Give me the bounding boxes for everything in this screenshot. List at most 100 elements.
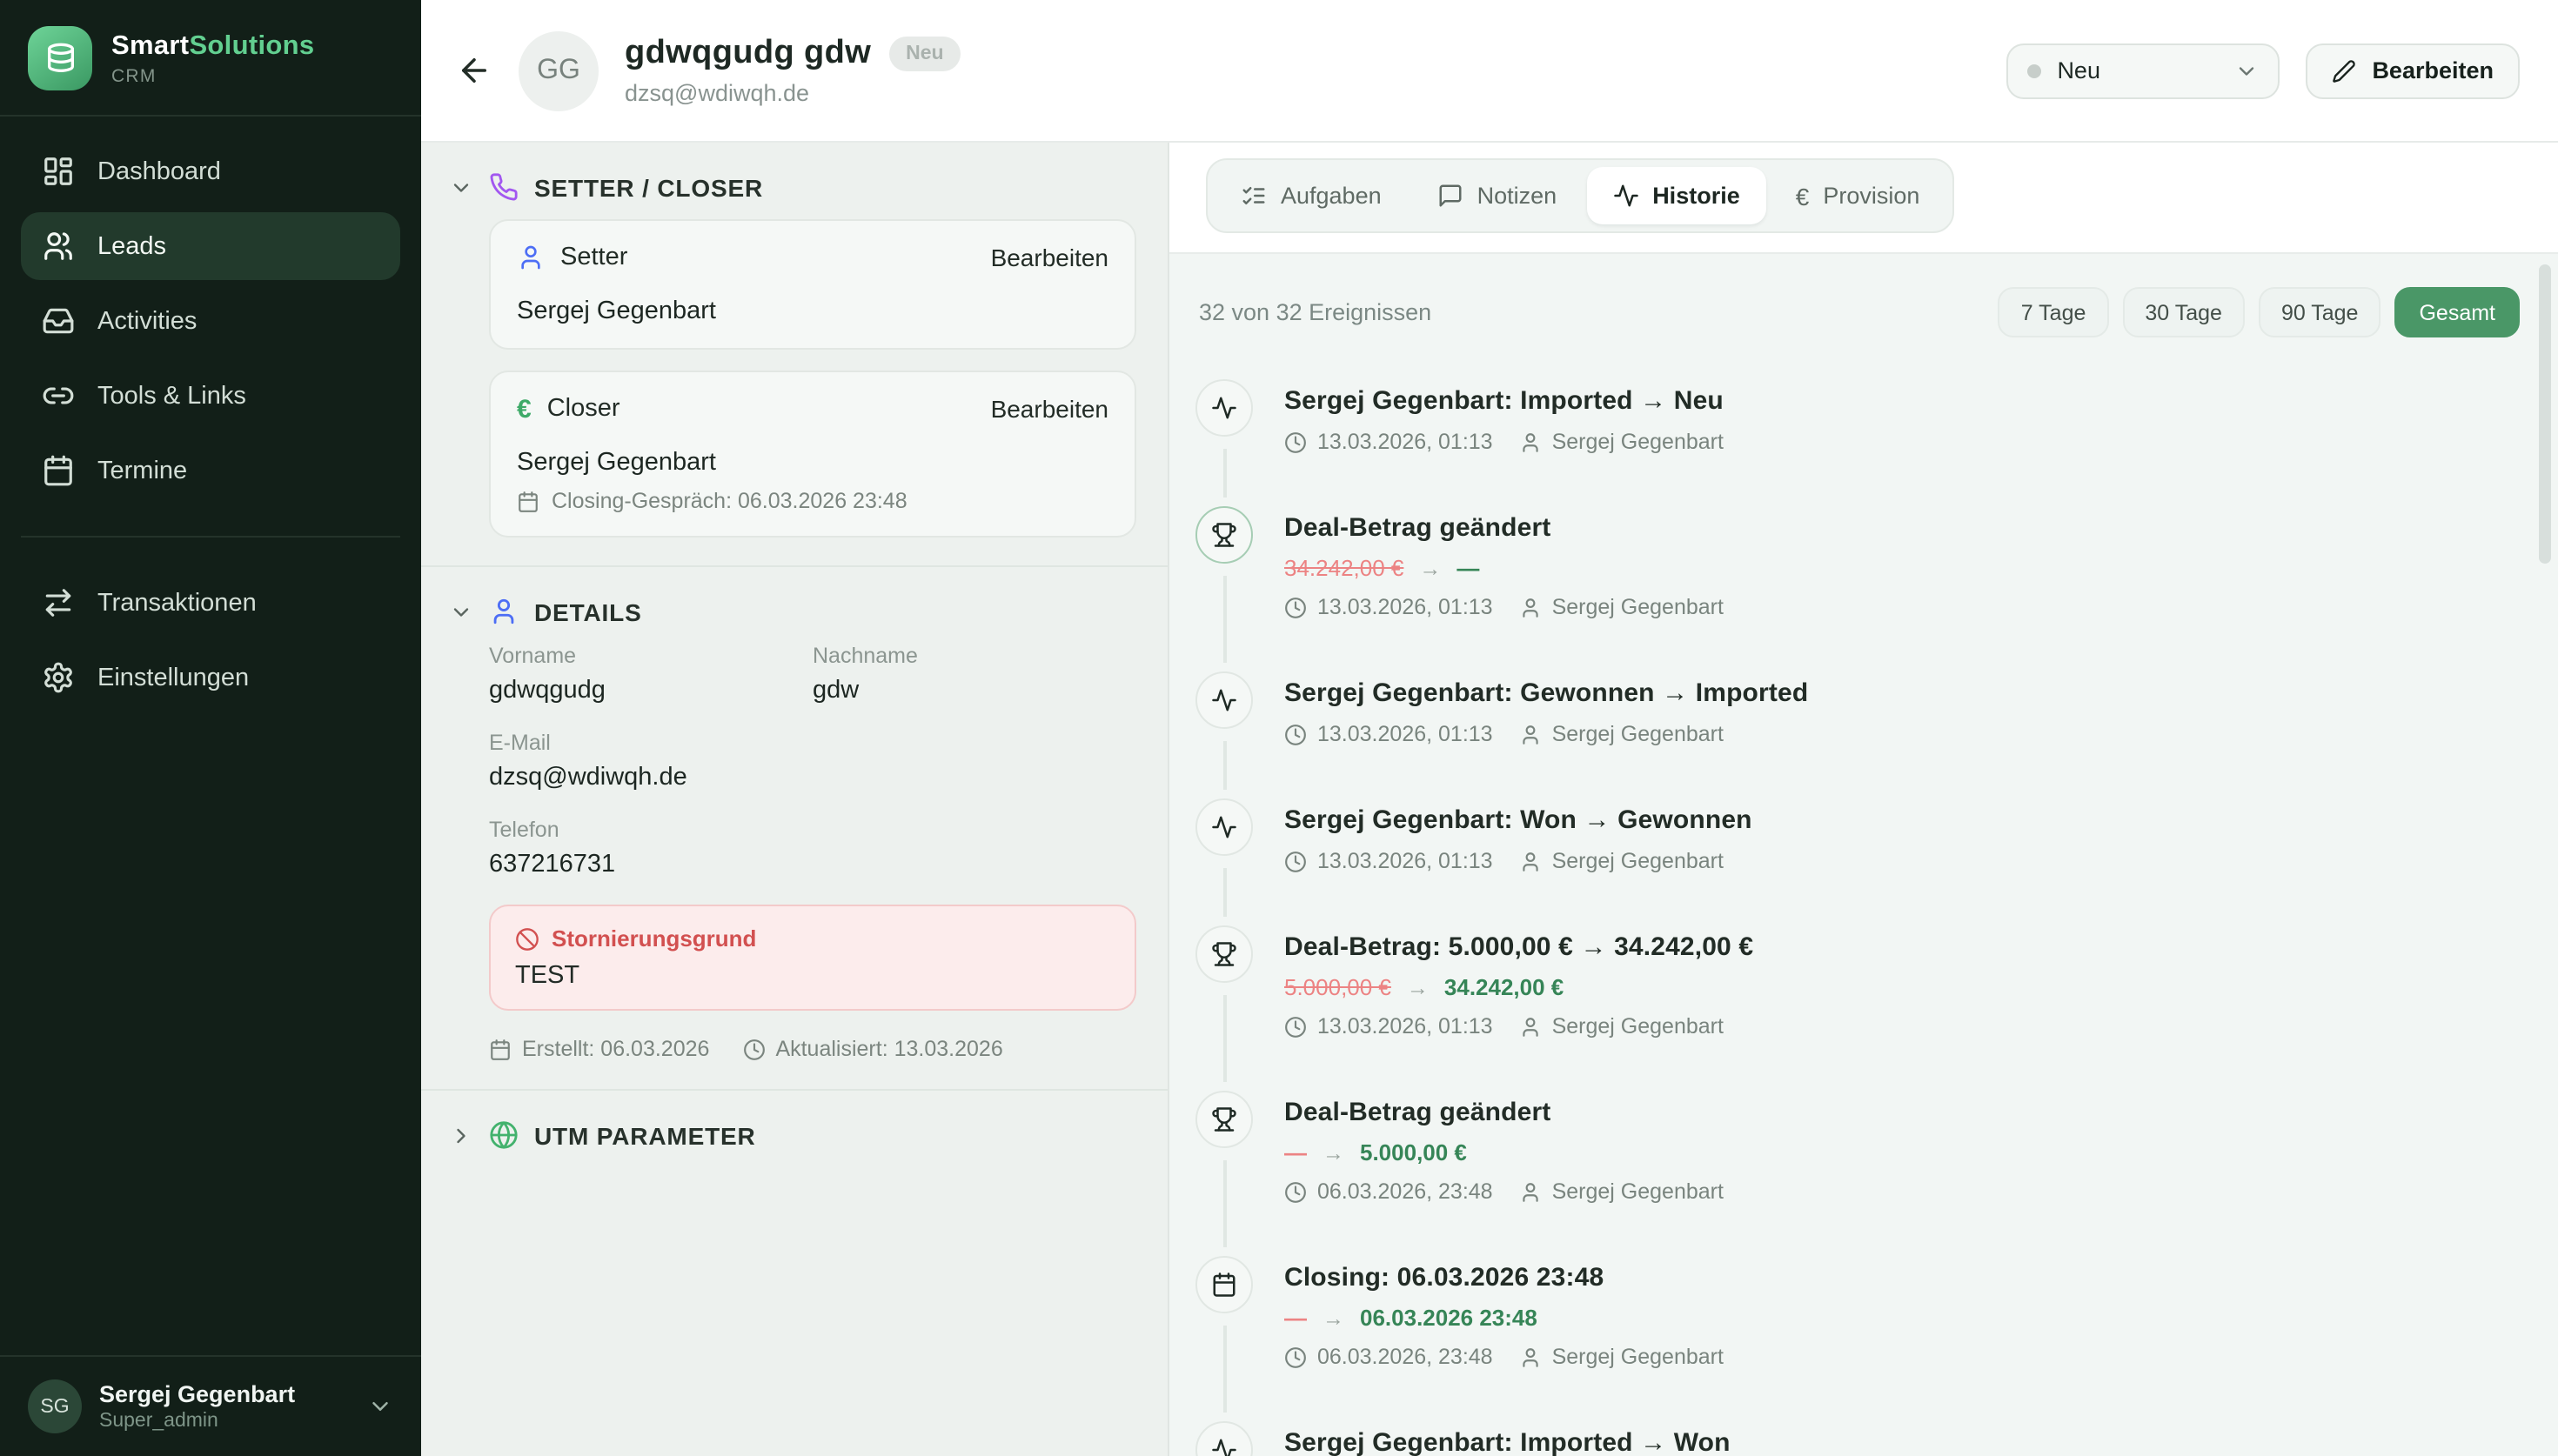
sidebar-item-transaktionen[interactable]: Transaktionen (21, 569, 400, 637)
scrollbar-thumb[interactable] (2539, 264, 2551, 564)
field-label: Nachname (813, 644, 1136, 668)
arrow-icon: → (1323, 1306, 1344, 1330)
main-area: GG gdwqgudg gdw Neu dzsq@wdiwqh.de Neu (421, 0, 2558, 1456)
history-panel: Aufgaben Notizen Historie (1169, 143, 2558, 1456)
event-time: 06.03.2026, 23:48 (1317, 1179, 1493, 1204)
field-value: gdw (813, 677, 1136, 705)
user-role: Super_admin (99, 1411, 350, 1432)
edit-button[interactable]: Bearbeiten (2306, 43, 2520, 98)
timeline-event: Sergej Gegenbart: Won → Gewonnen 13.03.2… (1195, 798, 2520, 873)
filter-gesamt[interactable]: Gesamt (2394, 287, 2520, 337)
database-icon (43, 41, 77, 76)
timeline-event: Sergej Gegenbart: Imported → Won (1195, 1421, 2520, 1456)
back-arrow-icon[interactable] (456, 52, 492, 89)
event-user: Sergej Gegenbart (1552, 595, 1724, 619)
person-icon (1519, 1180, 1542, 1203)
calendar-icon (42, 454, 75, 487)
calendar-icon (517, 490, 539, 512)
tab-aufgaben[interactable]: Aufgaben (1215, 167, 1408, 224)
setter-edit-link[interactable]: Bearbeiten (991, 244, 1108, 271)
details-section: DETAILS Vorname gdwqgudg Nachname gdw E-… (421, 567, 1168, 1089)
person-icon (1519, 850, 1542, 872)
calendar-icon (1195, 1256, 1253, 1313)
setter-label: Setter (560, 244, 627, 271)
activity-icon (1195, 671, 1253, 729)
trophy-icon (1195, 506, 1253, 564)
event-change: 5.000,00 € → 34.242,00 € (1284, 974, 1753, 1000)
closer-name: Sergej Gegenbart (517, 449, 1108, 477)
event-time: 13.03.2026, 01:13 (1317, 849, 1493, 873)
sidebar-item-label: Activities (97, 307, 197, 335)
user-icon (489, 597, 519, 626)
timeline-event: Sergej Gegenbart: Imported → Neu 13.03.2… (1195, 379, 2520, 454)
timeline-event: Deal-Betrag geändert 34.242,00 € → — 13.… (1195, 506, 2520, 619)
calendar-icon (489, 1038, 512, 1060)
sidebar-item-label: Leads (97, 232, 166, 260)
timeline-event: Sergej Gegenbart: Gewonnen → Imported 13… (1195, 671, 2520, 746)
new-value: 06.03.2026 23:48 (1360, 1305, 1537, 1331)
sidebar-item-activities[interactable]: Activities (21, 287, 400, 355)
updated-date: Aktualisiert: 13.03.2026 (742, 1037, 1002, 1061)
event-change: 34.242,00 € → — (1284, 555, 1724, 581)
lead-header: GG gdwqgudg gdw Neu dzsq@wdiwqh.de Neu (421, 0, 2558, 143)
setter-name: Sergej Gegenbart (517, 297, 1108, 325)
closer-card: € Closer Bearbeiten Sergej Gegenbart Clo… (489, 371, 1136, 538)
field-email: E-Mail dzsq@wdiwqh.de (489, 731, 1136, 791)
timeline-event: Deal-Betrag geändert — → 5.000,00 € 06.0… (1195, 1091, 2520, 1204)
events-count: 32 von 32 Ereignissen (1195, 299, 1431, 325)
chevron-down-icon[interactable] (449, 599, 473, 624)
utm-section: UTM PARAMETER (421, 1091, 1168, 1185)
arrow-icon: → (1323, 1140, 1344, 1165)
sidebar-item-termine[interactable]: Termine (21, 437, 400, 504)
user-name: Sergej Gegenbart (99, 1381, 350, 1407)
user-menu[interactable]: SG Sergej Gegenbart Super_admin (0, 1355, 421, 1456)
old-value: 34.242,00 € (1284, 555, 1403, 581)
tab-notizen[interactable]: Notizen (1411, 167, 1584, 224)
sidebar-item-label: Dashboard (97, 157, 221, 185)
sidebar-item-leads[interactable]: Leads (21, 212, 400, 280)
person-icon (1519, 1015, 1542, 1038)
pencil-icon (2332, 58, 2356, 83)
filter-30-tage[interactable]: 30 Tage (2122, 287, 2245, 337)
event-user: Sergej Gegenbart (1552, 1345, 1724, 1369)
sidebar-item-einstellungen[interactable]: Einstellungen (21, 644, 400, 711)
user-icon (517, 244, 545, 271)
sidebar-divider (21, 536, 400, 538)
cancellation-value: TEST (515, 962, 1110, 990)
field-value: dzsq@wdiwqh.de (489, 764, 1136, 791)
event-change: — → 06.03.2026 23:48 (1284, 1305, 1724, 1331)
sidebar-item-tools-links[interactable]: Tools & Links (21, 362, 400, 430)
brand: SmartSolutions CRM (0, 0, 421, 115)
old-value: — (1284, 1139, 1307, 1165)
filter-90-tage[interactable]: 90 Tage (2259, 287, 2381, 337)
field-label: Vorname (489, 644, 813, 668)
closing-meeting-text: Closing-Gespräch: 06.03.2026 23:48 (552, 489, 907, 513)
event-change: — → 5.000,00 € (1284, 1139, 1724, 1165)
filter-7-tage[interactable]: 7 Tage (1999, 287, 2109, 337)
section-title: DETAILS (534, 598, 642, 625)
chevron-down-icon[interactable] (449, 175, 473, 199)
edit-button-label: Bearbeiten (2372, 57, 2494, 83)
new-value: 34.242,00 € (1444, 974, 1564, 1000)
inbox-icon (42, 304, 75, 337)
person-icon (1519, 431, 1542, 453)
status-dropdown-value: Neu (2057, 57, 2219, 83)
chevron-down-icon[interactable] (367, 1393, 393, 1419)
status-badge: Neu (888, 37, 961, 71)
chevron-right-icon[interactable] (449, 1123, 473, 1147)
sidebar-item-dashboard[interactable]: Dashboard (21, 137, 400, 205)
sidebar-nav-secondary: Transaktionen Einstellungen (0, 548, 421, 732)
status-dropdown[interactable]: Neu (2006, 43, 2280, 98)
cancellation-alert: Stornierungsgrund TEST (489, 905, 1136, 1011)
field-label: E-Mail (489, 731, 1136, 755)
dashboard-icon (42, 155, 75, 188)
tab-historie[interactable]: Historie (1586, 167, 1766, 224)
tabs-band: Aufgaben Notizen Historie (1169, 143, 2558, 254)
link-icon (42, 379, 75, 412)
tab-provision[interactable]: € Provision (1770, 167, 1946, 224)
section-title: SETTER / CLOSER (534, 173, 763, 201)
closer-edit-link[interactable]: Bearbeiten (991, 395, 1108, 423)
sidebar-item-label: Tools & Links (97, 382, 246, 410)
clock-icon (1284, 850, 1307, 872)
field-value: 637216731 (489, 851, 1136, 878)
